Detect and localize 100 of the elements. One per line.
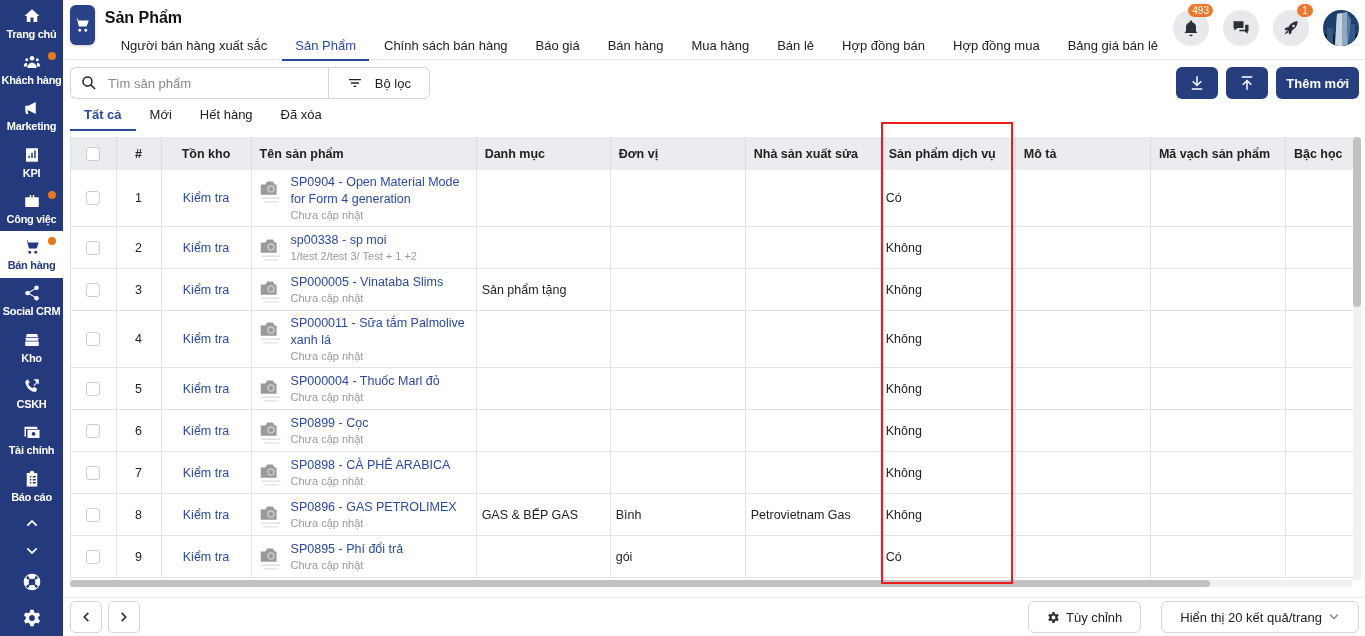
sidebar-item[interactable]: KPI	[0, 138, 63, 186]
filter-tab[interactable]: Hết hàng	[185, 107, 267, 131]
checkbox[interactable]	[86, 381, 101, 396]
checkbox[interactable]	[86, 191, 101, 205]
rocket-icon	[1281, 18, 1301, 38]
column-header: Mã vạch sản phẩm	[1150, 137, 1286, 170]
chat-button[interactable]	[1223, 10, 1259, 46]
product-name-link[interactable]: SP000011 - Sữa tắm Palmolive xanh lá	[290, 315, 471, 349]
nav-tab[interactable]: Báo giá	[522, 37, 593, 61]
nav-tab[interactable]: Bán hàng	[594, 37, 677, 61]
product-detail: Chưa cập nhật	[290, 516, 364, 530]
nav-tab[interactable]: Chính sách bán hàng	[371, 37, 521, 61]
nav-tab[interactable]: Bảng giá bán lẻ	[1054, 37, 1171, 61]
settings-icon[interactable]	[21, 608, 42, 629]
product-name-link[interactable]: SP0899 - Cọc	[290, 415, 369, 432]
table-cell: GAS & BẾP GAS	[481, 507, 578, 522]
scrollbar[interactable]	[70, 580, 1352, 587]
sidebar-item[interactable]: Công việc	[0, 185, 63, 232]
lifebuoy-icon[interactable]	[21, 572, 42, 593]
upload-button[interactable]	[1226, 67, 1269, 99]
checkbox[interactable]	[86, 549, 101, 564]
product-name-link[interactable]: SP0895 - Phí đổi trả	[290, 541, 404, 558]
page-size-dropdown[interactable]: Hiển thị 20 kết quả/trang	[1161, 601, 1359, 633]
stock-check-link[interactable]: Kiểm tra	[182, 549, 230, 564]
column-header: Sản phẩm dịch vụ	[880, 137, 1016, 170]
column-header: #	[116, 137, 162, 170]
customize-button[interactable]: Tùy chỉnh	[1027, 601, 1142, 633]
table-cell: Bình	[615, 507, 642, 522]
sidebar-item[interactable]: Tài chính	[0, 416, 63, 463]
search-field[interactable]: Tìm sản phẩm	[70, 67, 328, 99]
product-detail: Chưa cập nhật	[290, 208, 364, 222]
column-header: Tên sản phẩm	[251, 137, 477, 170]
sidebar-item[interactable]: Khách hàng	[0, 46, 63, 93]
filter-tab[interactable]: Tất cả	[70, 107, 136, 131]
table-cell: Có	[885, 191, 902, 205]
table-cell: 7	[135, 465, 142, 480]
sidebar-item[interactable]: Marketing	[0, 92, 63, 139]
product-name-link[interactable]: SP000005 - Vinataba Slims	[290, 274, 444, 291]
nav-tab[interactable]: Người bán hàng xuất sắc	[107, 37, 281, 61]
product-detail: Chưa cập nhật	[290, 432, 364, 446]
table-cell: 8	[135, 507, 142, 522]
nav-tab[interactable]: Mua hàng	[678, 37, 763, 61]
stock-check-link[interactable]: Kiểm tra	[182, 423, 230, 438]
product-detail: 1/test 2/test 3/ Test + 1 +2	[290, 249, 417, 263]
checkbox[interactable]	[86, 507, 101, 522]
previous-page-button[interactable]	[70, 601, 102, 633]
checkbox[interactable]	[86, 423, 101, 438]
filter-button[interactable]: Bộ lọc	[328, 67, 430, 99]
column-header: Nhà sản xuất sửa	[745, 137, 881, 170]
next-page-button[interactable]	[108, 601, 140, 633]
stock-check-link[interactable]: Kiểm tra	[182, 465, 230, 480]
product-name-link[interactable]: sp00338 - sp moi	[290, 232, 387, 249]
product-name-link[interactable]: SP0898 - CÀ PHÊ ARABICA	[290, 457, 451, 474]
stock-check-link[interactable]: Kiểm tra	[182, 381, 230, 396]
phone-icon	[22, 377, 41, 395]
stock-check-link[interactable]: Kiểm tra	[182, 240, 230, 255]
column-header: Danh mục	[476, 137, 611, 170]
column-header: Bậc học	[1285, 137, 1353, 170]
nav-tab[interactable]: Hợp đồng mua	[940, 37, 1053, 61]
product-detail: Chưa cập nhật	[290, 349, 364, 363]
product-detail: Chưa cập nhật	[290, 291, 364, 305]
table-cell: 3	[135, 282, 142, 297]
sidebar-item[interactable]: Trang chủ	[0, 0, 63, 47]
nav-tab[interactable]: Hợp đồng bán	[829, 37, 939, 61]
sidebar-item[interactable]: Báo cáo	[0, 462, 63, 510]
product-detail: Chưa cập nhật	[290, 474, 364, 488]
product-detail: Chưa cập nhật	[290, 558, 364, 572]
table-cell: Không	[885, 465, 922, 480]
sidebar-item[interactable]: Bán hàng	[0, 231, 63, 278]
checkbox[interactable]	[86, 332, 101, 346]
table-cell: Không	[885, 507, 922, 522]
filter-tab[interactable]: Đã xóa	[266, 107, 336, 131]
checkbox[interactable]	[86, 465, 101, 480]
column-header: Mô tả	[1015, 137, 1151, 170]
product-name-link[interactable]: SP0896 - GAS PETROLIMEX	[290, 499, 457, 516]
product-name-link[interactable]: SP0904 - Open Material Mode for Form 4 generation	[290, 174, 471, 208]
sidebar-item[interactable]: Kho	[0, 324, 63, 371]
sidebar-item[interactable]: Social CRM	[0, 277, 63, 325]
add-button[interactable]: Thêm mới	[1276, 67, 1359, 99]
table-cell: Sản phẩm tặng	[481, 282, 567, 297]
column-header: Tồn kho	[161, 137, 252, 170]
checkbox[interactable]	[86, 240, 101, 255]
nav-tab[interactable]: Sản Phẩm	[282, 37, 369, 61]
stock-check-link[interactable]: Kiểm tra	[182, 332, 230, 346]
checkbox[interactable]	[86, 146, 101, 161]
nav-tab[interactable]: Bán lẻ	[764, 37, 828, 61]
filter-tab[interactable]: Mới	[135, 107, 186, 131]
download-button[interactable]	[1176, 67, 1219, 99]
product-name-link[interactable]: SP000004 - Thuốc Marl đỏ	[290, 373, 440, 390]
checkbox[interactable]	[86, 282, 101, 297]
stock-check-link[interactable]: Kiểm tra	[182, 507, 230, 522]
sidebar-item[interactable]: CSKH	[0, 370, 63, 417]
stock-check-link[interactable]: Kiểm tra	[182, 191, 230, 205]
column-header: Đơn vị	[610, 137, 746, 170]
scrollbar[interactable]	[1353, 137, 1361, 580]
stock-check-link[interactable]: Kiểm tra	[182, 282, 230, 297]
table-cell: Không	[885, 381, 922, 396]
table-cell: 2	[135, 240, 142, 255]
table-cell: Không	[885, 240, 922, 255]
table-cell: 1	[135, 191, 142, 205]
